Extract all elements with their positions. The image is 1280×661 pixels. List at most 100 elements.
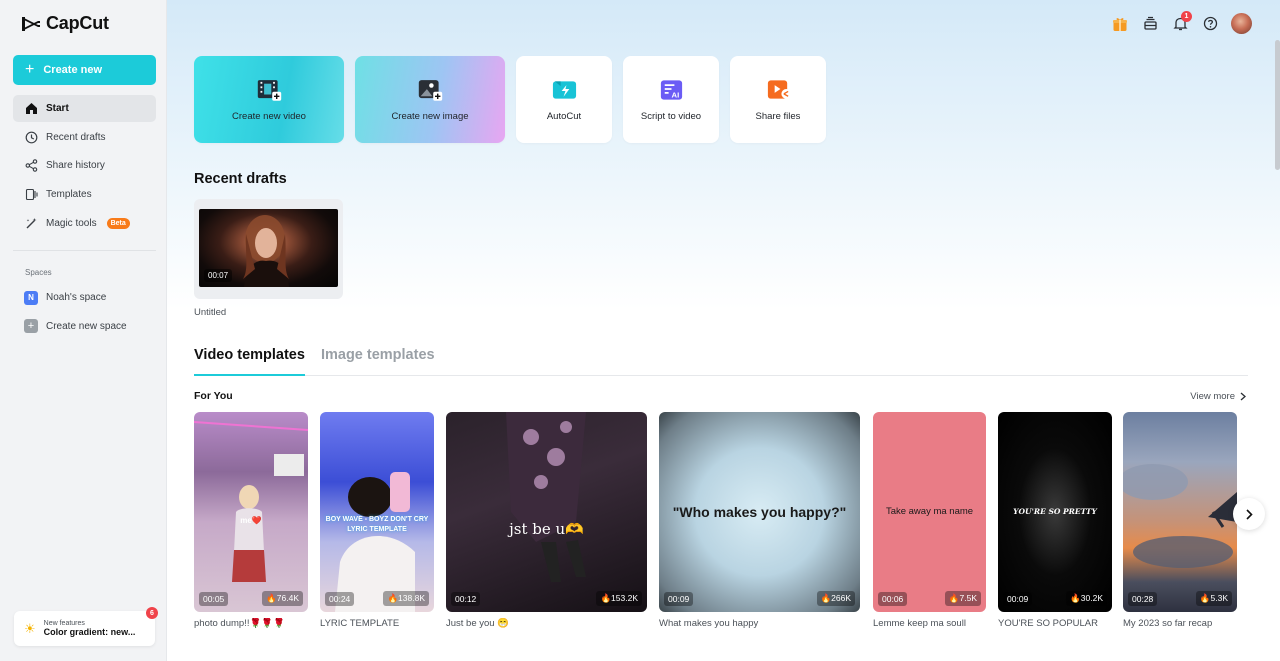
sidebar-item-label: Magic tools: [46, 217, 97, 229]
sidebar-item-recent-drafts[interactable]: Recent drafts: [13, 124, 156, 151]
template-duration: 00:24: [325, 592, 355, 606]
sidebar-item-label: Recent drafts: [46, 131, 106, 143]
film-plus-icon: [256, 78, 283, 103]
user-avatar[interactable]: [1231, 13, 1252, 34]
template-thumbnail: jst be u🫶 00:12 🔥153.2K: [446, 412, 647, 612]
template-thumbnail: Take away ma name 00:06 🔥7.5K: [873, 412, 986, 612]
template-duration: 00:09: [1003, 592, 1033, 606]
notification-count-badge: 1: [1181, 10, 1192, 22]
template-name: photo dump!!🌹🌹🌹: [194, 618, 285, 629]
draft-thumbnail: 00:07: [199, 209, 338, 287]
template-icon: [24, 188, 38, 202]
main-content: 1 Create new video Create new image Auto…: [167, 0, 1280, 661]
recent-drafts-heading: Recent drafts: [194, 171, 287, 187]
sidebar-item-templates[interactable]: Templates: [13, 181, 156, 208]
template-card[interactable]: 00:28 🔥5.3K My 2023 so far recap: [1123, 412, 1237, 629]
quick-action-label: Script to video: [640, 110, 702, 122]
template-card[interactable]: me❤️ 00:05 🔥76.4K photo dump!!🌹🌹🌹: [194, 412, 308, 629]
gift-icon[interactable]: [1111, 15, 1129, 33]
share-files-card[interactable]: Share files: [730, 56, 826, 143]
autocut-icon: [551, 78, 578, 103]
feature-text: New features Color gradient: new...: [44, 620, 136, 637]
carousel-next-button[interactable]: [1233, 498, 1265, 530]
beta-badge: Beta: [106, 217, 130, 229]
tab-video-templates[interactable]: Video templates: [194, 347, 305, 376]
quick-action-label: Share files: [755, 110, 801, 122]
template-name: Just be you 😁: [446, 618, 510, 629]
create-new-video-card[interactable]: Create new video: [194, 56, 344, 143]
template-card[interactable]: "Who makes you happy?" 00:09 🔥266K What …: [659, 412, 860, 629]
sidebar-item-magic-tools[interactable]: Magic tools Beta: [13, 210, 156, 237]
bell-icon[interactable]: 1: [1171, 10, 1192, 33]
create-new-image-card[interactable]: Create new image: [355, 56, 505, 143]
template-usage-count: 🔥153.2K: [596, 591, 642, 606]
capcut-logo[interactable]: CapCut: [20, 13, 109, 34]
sidebar-item-label: Share history: [46, 160, 105, 172]
sidebar-item-share-history[interactable]: Share history: [13, 152, 156, 179]
spaces-list: N Noah's space + Create new space: [13, 284, 156, 341]
new-features-card[interactable]: ☀ New features Color gradient: new... 6: [14, 607, 158, 646]
template-usage-count: 🔥138.8K: [383, 591, 429, 606]
template-overlay-text: jst be u🫶: [509, 520, 584, 538]
draft-card[interactable]: 00:07: [194, 199, 343, 299]
template-overlay-text: YOU'RE SO PRETTY: [1013, 507, 1097, 516]
space-item-noah[interactable]: N Noah's space: [13, 284, 156, 311]
quick-action-label: Create new image: [391, 110, 469, 122]
feature-title: Color gradient: new...: [43, 627, 136, 637]
script-to-video-card[interactable]: AI Script to video: [623, 56, 719, 143]
quick-action-label: AutoCut: [546, 110, 582, 122]
template-usage-count: 🔥76.4K: [262, 591, 303, 606]
template-duration: 00:12: [451, 592, 481, 606]
tab-image-templates[interactable]: Image templates: [321, 347, 435, 376]
chevron-right-icon: [1246, 508, 1253, 520]
plus-icon: +: [24, 319, 38, 334]
template-card[interactable]: jst be u🫶 00:12 🔥153.2K Just be you 😁: [446, 412, 647, 629]
quick-actions: Create new video Create new image AutoCu…: [194, 56, 826, 143]
template-overlay-text: BOY WAVE - BOYZ DON'T CRY: [325, 516, 429, 523]
spaces-heading: Spaces: [25, 268, 52, 277]
template-usage-count: 🔥30.2K: [1066, 591, 1107, 606]
sidebar-item-start[interactable]: Start: [13, 95, 156, 122]
sidebar-item-label: Templates: [46, 189, 92, 201]
template-card[interactable]: BOY WAVE - BOYZ DON'T CRY LYRIC TEMPLATE…: [320, 412, 434, 629]
app-name: CapCut: [46, 13, 109, 33]
template-duration: 00:09: [664, 592, 694, 606]
create-new-label: Create new: [43, 64, 103, 76]
create-new-space-button[interactable]: + Create new space: [13, 313, 156, 340]
feature-count-badge: 6: [146, 607, 158, 619]
template-usage-count: 🔥7.5K: [944, 591, 981, 606]
draft-title[interactable]: Untitled: [194, 307, 226, 318]
template-duration: 00:06: [878, 592, 908, 606]
page-scrollbar[interactable]: [1275, 40, 1280, 170]
inbox-stack-icon[interactable]: [1141, 15, 1159, 33]
view-more-link[interactable]: View more: [1190, 391, 1246, 402]
share-icon: [24, 159, 38, 173]
template-name: Lemme keep ma soull: [873, 618, 966, 629]
capcut-logo-icon: [22, 16, 40, 31]
template-overlay-subtext: LYRIC TEMPLATE: [347, 526, 407, 533]
template-name: LYRIC TEMPLATE: [320, 618, 400, 629]
template-card[interactable]: Take away ma name 00:06 🔥7.5K Lemme keep…: [873, 412, 986, 629]
top-toolbar: 1: [1111, 10, 1252, 34]
template-card[interactable]: YOU'RE SO PRETTY 00:09 🔥30.2K YOU'RE SO …: [998, 412, 1112, 629]
view-more-label: View more: [1190, 391, 1235, 402]
draft-duration: 00:07: [204, 269, 233, 282]
template-carousel: me❤️ 00:05 🔥76.4K photo dump!!🌹🌹🌹 BOY WA…: [194, 412, 1280, 632]
create-new-button[interactable]: + Create new: [13, 55, 156, 85]
svg-text:AI: AI: [671, 91, 679, 100]
feature-caption: New features: [43, 620, 85, 627]
for-you-heading: For You: [194, 390, 233, 402]
template-duration: 00:28: [1128, 592, 1158, 606]
autocut-card[interactable]: AutoCut: [516, 56, 612, 143]
help-icon[interactable]: [1201, 15, 1219, 33]
template-overlay-text: Take away ma name: [885, 506, 974, 517]
sidebar-nav: Start Recent drafts Share history Templa…: [13, 95, 156, 238]
image-plus-icon: [417, 78, 444, 103]
plus-icon: +: [25, 61, 35, 78]
template-thumbnail: 00:28 🔥5.3K: [1123, 412, 1237, 612]
template-thumbnail: YOU'RE SO PRETTY 00:09 🔥30.2K: [998, 412, 1112, 612]
magic-wand-icon: [24, 216, 38, 230]
template-name: YOU'RE SO POPULAR: [998, 618, 1099, 629]
home-icon: [24, 102, 38, 116]
template-thumbnail: BOY WAVE - BOYZ DON'T CRY LYRIC TEMPLATE…: [320, 412, 434, 612]
